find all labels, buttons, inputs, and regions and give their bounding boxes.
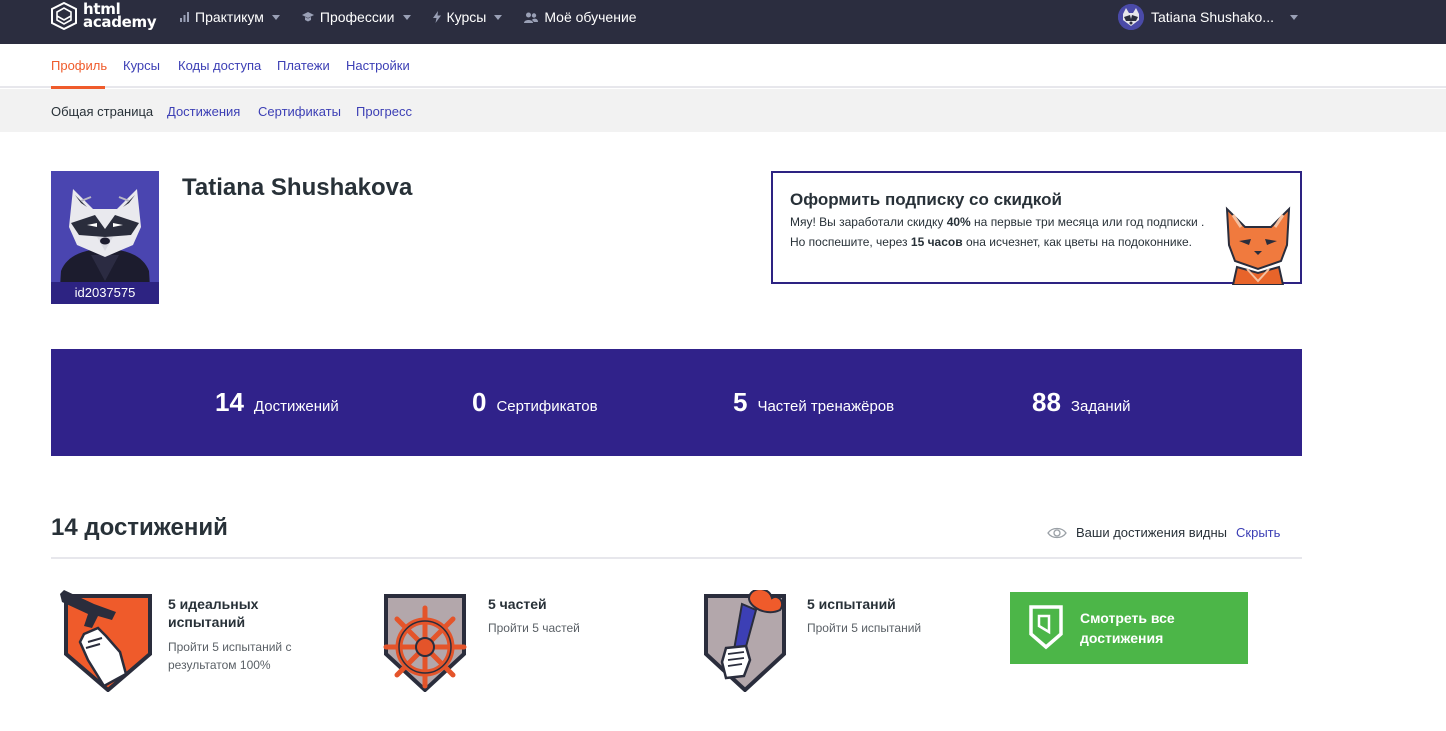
visibility-text: Ваши достижения видны bbox=[1076, 525, 1228, 540]
stat-tasks: 88 Заданий bbox=[1032, 387, 1131, 417]
user-menu[interactable]: Tatiana Shushako... bbox=[1118, 4, 1298, 30]
stat-certificates: 0 Сертификатов bbox=[472, 387, 598, 417]
stats-band: 14 Достижений 0 Сертификатов 5 Частей трена… bbox=[51, 349, 1302, 456]
profile-avatar: id2037575 bbox=[51, 171, 159, 304]
torch-hand-icon bbox=[704, 590, 786, 692]
main-nav: Практикум Профессии Курсы Моё обучение bbox=[180, 0, 659, 34]
achievement-1-name: 5 идеальных испытаний bbox=[168, 596, 259, 630]
tab-courses[interactable]: Курсы bbox=[123, 58, 160, 73]
badge-outline-icon bbox=[1029, 605, 1063, 650]
hide-achievements-link[interactable]: Скрыть bbox=[1236, 525, 1280, 540]
profile-name: Tatiana Shushakova bbox=[182, 174, 413, 201]
user-avatar bbox=[1118, 4, 1144, 30]
people-icon bbox=[524, 12, 539, 23]
chevron-down-icon bbox=[402, 14, 411, 20]
chevron-down-icon bbox=[494, 14, 503, 20]
user-name: Tatiana Shushako... bbox=[1151, 9, 1274, 25]
achievement-1-desc: Пройти 5 испытаний с результатом 100% bbox=[168, 640, 292, 672]
logo-icon bbox=[51, 2, 77, 30]
stat-trainer-parts: 5 Частей тренажёров bbox=[733, 387, 895, 417]
subtab-achievements[interactable]: Достижения bbox=[167, 104, 240, 119]
user-id-label: id2037575 bbox=[51, 282, 159, 304]
chart-icon bbox=[180, 12, 189, 22]
promo-text: Мяу! Вы заработали скидку 40% на первые … bbox=[790, 215, 1205, 249]
promo-title: Оформить подписку со скидкой bbox=[790, 190, 1062, 209]
subtab-progress[interactable]: Прогресс bbox=[356, 104, 412, 119]
chevron-down-icon bbox=[1289, 14, 1298, 20]
nav-my-learning[interactable]: Моё обучение bbox=[524, 9, 637, 25]
eye-icon bbox=[1047, 527, 1067, 538]
pistol-hand-icon bbox=[60, 590, 152, 692]
tab-payments[interactable]: Платежи bbox=[277, 58, 330, 73]
tab-settings[interactable]: Настройки bbox=[346, 58, 410, 73]
view-all-achievements-button[interactable]: Смотреть все достижения bbox=[1010, 592, 1248, 664]
nav-courses[interactable]: Курсы bbox=[432, 9, 503, 25]
logo-text: html academy bbox=[83, 0, 157, 31]
achievements-title: 14 достижений bbox=[51, 514, 228, 541]
promo-discount: 40% bbox=[946, 215, 971, 229]
logo[interactable]: html academy bbox=[51, 0, 157, 32]
chevron-down-icon bbox=[271, 14, 280, 20]
profile-subtabs: Общая страница Достижения Сертификаты Пр… bbox=[0, 89, 1446, 132]
achievement-3-desc: Пройти 5 испытаний bbox=[807, 621, 922, 635]
lightning-icon bbox=[432, 11, 441, 23]
achievement-2-desc: Пройти 5 частей bbox=[488, 621, 580, 635]
nav-practicum[interactable]: Практикум bbox=[180, 9, 280, 25]
achievements-visibility: Ваши достижения видны Скрыть bbox=[1047, 525, 1280, 540]
nav-professions[interactable]: Профессии bbox=[301, 9, 411, 25]
tab-access-codes[interactable]: Коды доступа bbox=[178, 58, 261, 73]
ship-wheel-icon bbox=[383, 594, 467, 692]
achievement-3-name: 5 испытаний bbox=[807, 596, 896, 612]
achievement-2-name: 5 частей bbox=[488, 596, 547, 612]
top-header: html academy Практикум Профессии Курсы М… bbox=[0, 0, 1446, 44]
cat-icon bbox=[1225, 206, 1291, 285]
tab-profile[interactable]: Профиль bbox=[51, 58, 107, 73]
graduation-cap-icon bbox=[301, 12, 314, 22]
subscription-promo[interactable]: Оформить подписку со скидкой Мяу! Вы зар… bbox=[771, 171, 1302, 285]
subtab-overview[interactable]: Общая страница bbox=[51, 104, 153, 119]
profile-tabs: Профиль Курсы Коды доступа Платежи Настр… bbox=[0, 44, 1446, 89]
subtab-certificates[interactable]: Сертификаты bbox=[258, 104, 341, 119]
stat-achievements: 14 Достижений bbox=[215, 387, 339, 417]
promo-hours: 15 часов bbox=[910, 235, 963, 249]
view-all-label: Смотреть все достижения bbox=[1080, 610, 1175, 646]
divider bbox=[51, 557, 1302, 559]
